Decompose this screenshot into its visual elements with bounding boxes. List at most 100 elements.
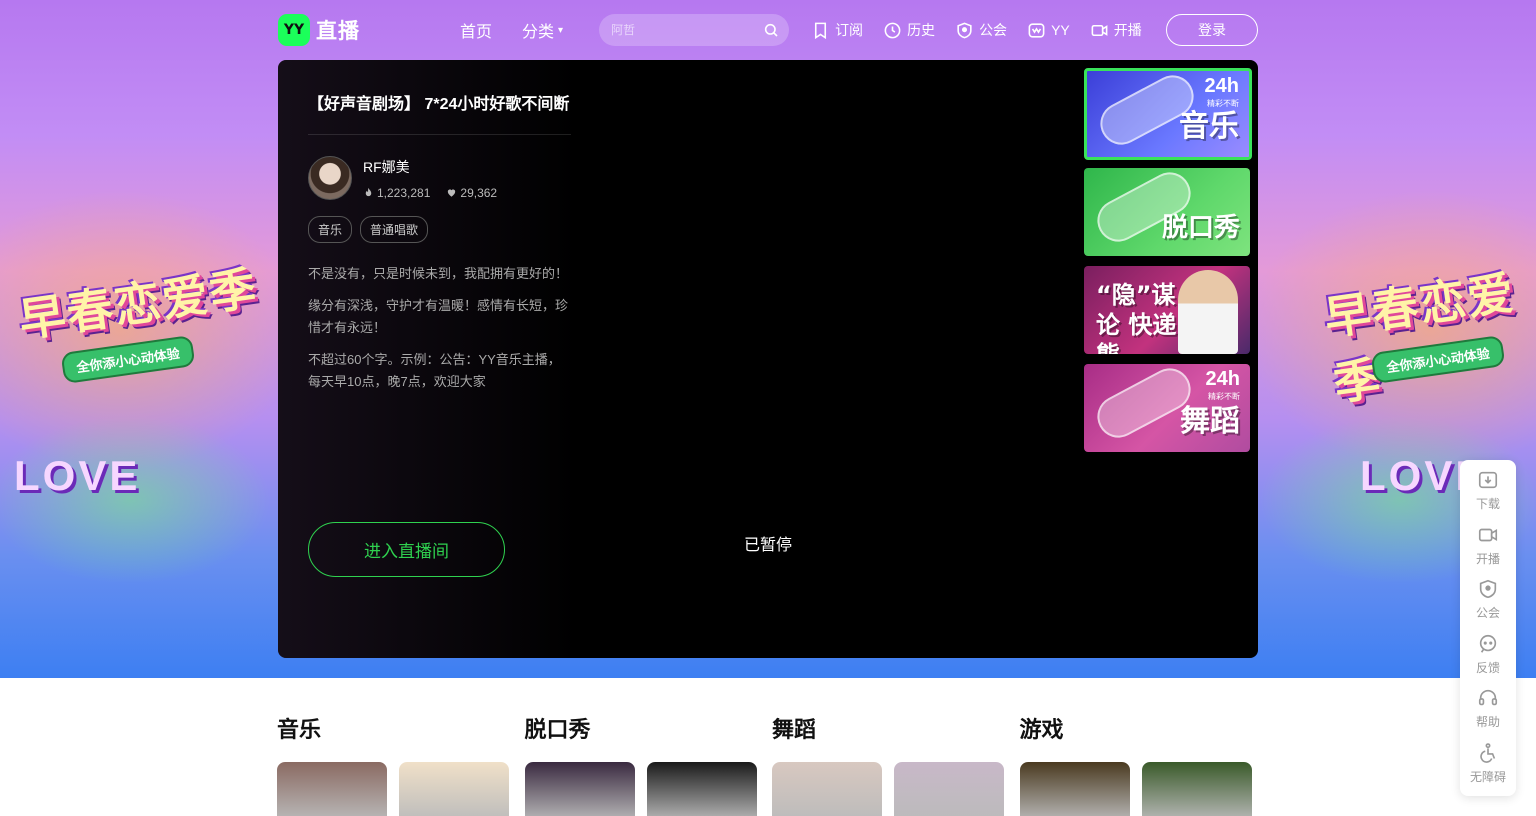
headset-icon — [1478, 689, 1498, 706]
banner-title-right: 早春恋爱季 — [1321, 265, 1519, 411]
category-talkshow: 脱口秀 — [524, 712, 773, 816]
tag-music[interactable]: 音乐 — [308, 216, 353, 243]
rail-download-label: 下载 — [1475, 497, 1500, 511]
search-input[interactable] — [611, 23, 764, 37]
stream-card[interactable] — [646, 762, 757, 816]
popularity-stat: 1,223,281 — [363, 186, 430, 200]
nav-home[interactable]: 首页 — [460, 18, 492, 42]
nav-golive[interactable]: 开播 — [1090, 20, 1142, 40]
rail-feedback-label: 反馈 — [1475, 660, 1500, 675]
popularity-value: 1,223,281 — [377, 185, 431, 200]
thumb-badge-text: 24h — [1204, 75, 1239, 97]
side-tool-rail: 下载 开播 公会 反馈 帮助 无障碍 — [1460, 460, 1516, 796]
desc-line-3: 不超过60个字。示例：公告：YY音乐主播，每天早10点，晚7点，欢迎大家 — [308, 352, 561, 389]
banner-love-left: LOVE — [14, 452, 141, 499]
rail-help[interactable]: 帮助 — [1476, 687, 1500, 742]
shield-icon — [1479, 579, 1497, 599]
yy-logo-badge: YY — [278, 14, 310, 46]
rail-accessibility[interactable]: 无障碍 — [1470, 742, 1506, 797]
thumb-badge-text: 24h — [1205, 368, 1240, 390]
yy-app-icon — [1028, 22, 1045, 38]
category-cards — [1019, 762, 1268, 816]
anchor-meta: RF娜美 1,223,281 29,362 — [363, 157, 497, 200]
nav-guild[interactable]: 公会 — [955, 20, 1007, 40]
download-icon — [1478, 471, 1498, 489]
category-cards — [277, 762, 525, 816]
video-camera-icon — [1091, 24, 1108, 36]
rail-golive-label: 开播 — [1475, 551, 1500, 566]
stream-card[interactable] — [894, 762, 1004, 816]
accessibility-icon — [1480, 742, 1496, 763]
channel-thumb-talkshow[interactable]: 脱口秀 — [1084, 168, 1250, 256]
room-description: 不是没有，只是时候未到，我配拥有更好的！ 缘分有深浅，守护才有温暖！感情有长短，… — [308, 263, 571, 393]
category-title[interactable]: 脱口秀 — [525, 712, 773, 750]
fire-icon — [365, 187, 372, 197]
room-tags: 音乐 普通唱歌 — [308, 216, 571, 243]
bookmark-icon — [815, 22, 827, 39]
anchor-stats: 1,223,281 29,362 — [363, 186, 497, 200]
stream-card[interactable] — [1141, 762, 1252, 816]
anchor-name[interactable]: RF娜美 — [363, 157, 497, 177]
anchor-card: RF娜美 1,223,281 29,362 — [308, 156, 571, 200]
channel-thumb-dance[interactable]: 24h 精彩不断 舞蹈 — [1084, 364, 1250, 452]
desc-line-1: 不是没有，只是时候未到，我配拥有更好的！ — [308, 266, 569, 281]
rail-guild-label: 公会 — [1475, 606, 1500, 620]
rail-golive[interactable]: 开播 — [1476, 524, 1500, 579]
nav-history-label: 历史 — [907, 22, 936, 38]
banner-title-left: 早春恋爱季 — [15, 260, 262, 348]
nav-yy[interactable]: YY — [1027, 21, 1070, 40]
rail-accessibility-label: 无障碍 — [1469, 769, 1506, 784]
room-title: 【好声音剧场】 7*24小时好歌不间断 — [308, 90, 571, 135]
nav-history[interactable]: 历史 — [883, 20, 935, 40]
login-button[interactable]: 登录 — [1166, 14, 1258, 46]
category-cards — [772, 762, 1020, 816]
rail-download[interactable]: 下载 — [1476, 469, 1500, 524]
video-camera-icon — [1478, 528, 1498, 541]
desc-line-2: 缘分有深浅，守护才有温暖！感情有长短，珍惜才有永远！ — [308, 298, 569, 335]
yy-logo[interactable]: YY 直播 — [278, 14, 438, 46]
top-nav: YY 直播 首页 分类 ▾ 订阅 历史 公会 YY 开播 登录 — [278, 12, 1258, 48]
category-music: 音乐 — [277, 712, 525, 816]
live-player-panel: 【好声音剧场】 7*24小时好歌不间断 RF娜美 1,223,281 29,36… — [278, 60, 1258, 658]
nav-subscribe-label: 订阅 — [835, 22, 864, 38]
category-cards — [524, 762, 773, 816]
chevron-down-icon: ▾ — [558, 24, 564, 36]
likes-stat: 29,362 — [446, 186, 497, 200]
stream-card[interactable] — [772, 762, 882, 816]
nav-subscribe[interactable]: 订阅 — [811, 20, 863, 40]
room-info: 【好声音剧场】 7*24小时好歌不间断 RF娜美 1,223,281 29,36… — [308, 90, 571, 403]
yy-logo-text: 直播 — [316, 20, 360, 43]
category-title[interactable]: 游戏 — [1020, 712, 1268, 750]
category-title[interactable]: 音乐 — [277, 712, 525, 750]
category-title[interactable]: 舞蹈 — [772, 712, 1020, 750]
nav-category[interactable]: 分类 ▾ — [522, 18, 563, 42]
stream-card[interactable] — [1019, 762, 1130, 816]
thumb-label-conspiracy: “隐”谋论 快递熊 — [1096, 281, 1177, 354]
search-box — [599, 14, 790, 46]
channel-thumb-music[interactable]: 24h 精彩不断 音乐 — [1084, 68, 1252, 160]
rail-feedback[interactable]: 反馈 — [1476, 633, 1500, 688]
channel-thumb-conspiracy[interactable]: “隐”谋论 快递熊 — [1084, 266, 1250, 354]
nav-category-label: 分类 — [522, 24, 555, 41]
clock-icon — [884, 22, 901, 38]
stream-card[interactable] — [524, 762, 635, 816]
stream-card[interactable] — [399, 762, 509, 816]
thumb-label-dance: 舞蹈 — [1180, 404, 1240, 439]
nav-yy-label: YY — [1051, 22, 1070, 38]
nav-guild-label: 公会 — [979, 22, 1008, 38]
likes-value: 29,362 — [460, 185, 498, 200]
tag-singing[interactable]: 普通唱歌 — [360, 216, 429, 243]
enter-room-button[interactable]: 进入直播间 — [308, 522, 505, 577]
nav-golive-label: 开播 — [1113, 22, 1142, 38]
thumb-label-music: 音乐 — [1179, 109, 1239, 144]
search-icon[interactable] — [763, 22, 779, 38]
heart-icon — [448, 189, 456, 197]
channel-thumbnails: 24h精彩不断 音乐 脱口秀 “隐”谋论 快递熊 24h精彩不断 舞蹈 — [1084, 68, 1252, 462]
anchor-avatar[interactable] — [308, 156, 352, 200]
rail-guild[interactable]: 公会 — [1476, 578, 1500, 633]
stream-card[interactable] — [277, 762, 387, 816]
category-dance: 舞蹈 — [772, 712, 1020, 816]
category-game: 游戏 — [1019, 712, 1268, 816]
paused-status: 已暂停 — [744, 537, 793, 554]
category-sections: 音乐 脱口秀 舞蹈 游戏 — [277, 712, 1267, 816]
